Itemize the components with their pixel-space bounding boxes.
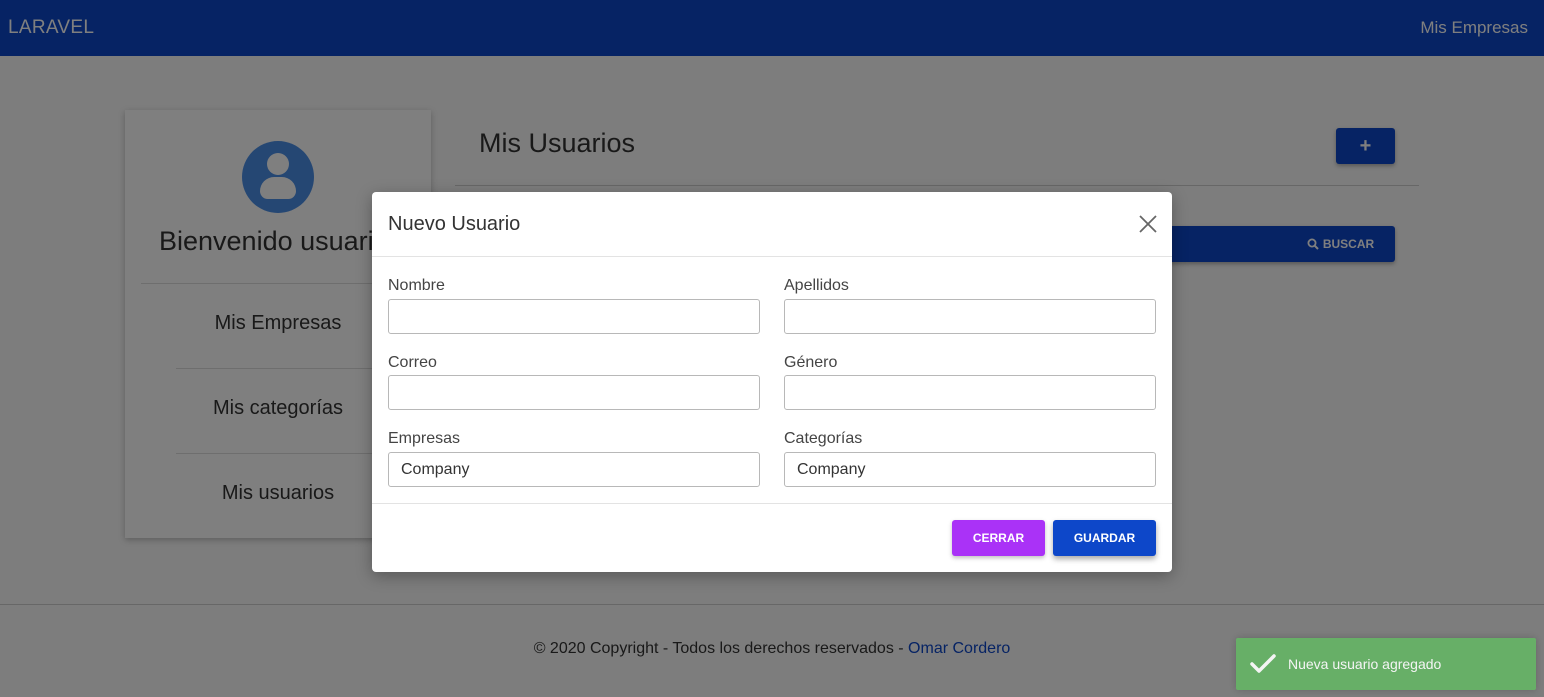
correo-input[interactable] — [388, 375, 760, 410]
correo-label: Correo — [388, 354, 437, 371]
nombre-label: Nombre — [388, 277, 445, 294]
checkmark-icon — [1250, 654, 1276, 673]
genero-label: Género — [784, 354, 838, 371]
modal-header: Nuevo Usuario — [372, 192, 1172, 257]
apellidos-label: Apellidos — [784, 277, 849, 294]
new-user-modal: Nuevo Usuario Nombre Apellidos Correo Gé… — [372, 192, 1172, 572]
nombre-input[interactable] — [388, 299, 760, 334]
categorias-select[interactable] — [784, 452, 1156, 487]
empresas-select[interactable] — [388, 452, 760, 487]
cancel-button[interactable]: CERRAR — [952, 520, 1045, 556]
empresas-label: Empresas — [388, 430, 461, 447]
success-toast[interactable]: Nueva usuario agregado — [1236, 638, 1536, 690]
genero-input[interactable] — [784, 375, 1156, 410]
modal-footer-divider — [372, 503, 1172, 504]
close-icon[interactable] — [1137, 213, 1159, 235]
categorias-label: Categorías — [784, 430, 863, 447]
save-button[interactable]: GUARDAR — [1053, 520, 1156, 556]
modal-title: Nuevo Usuario — [388, 213, 521, 235]
toast-message: Nueva usuario agregado — [1288, 656, 1442, 672]
apellidos-input[interactable] — [784, 299, 1156, 334]
